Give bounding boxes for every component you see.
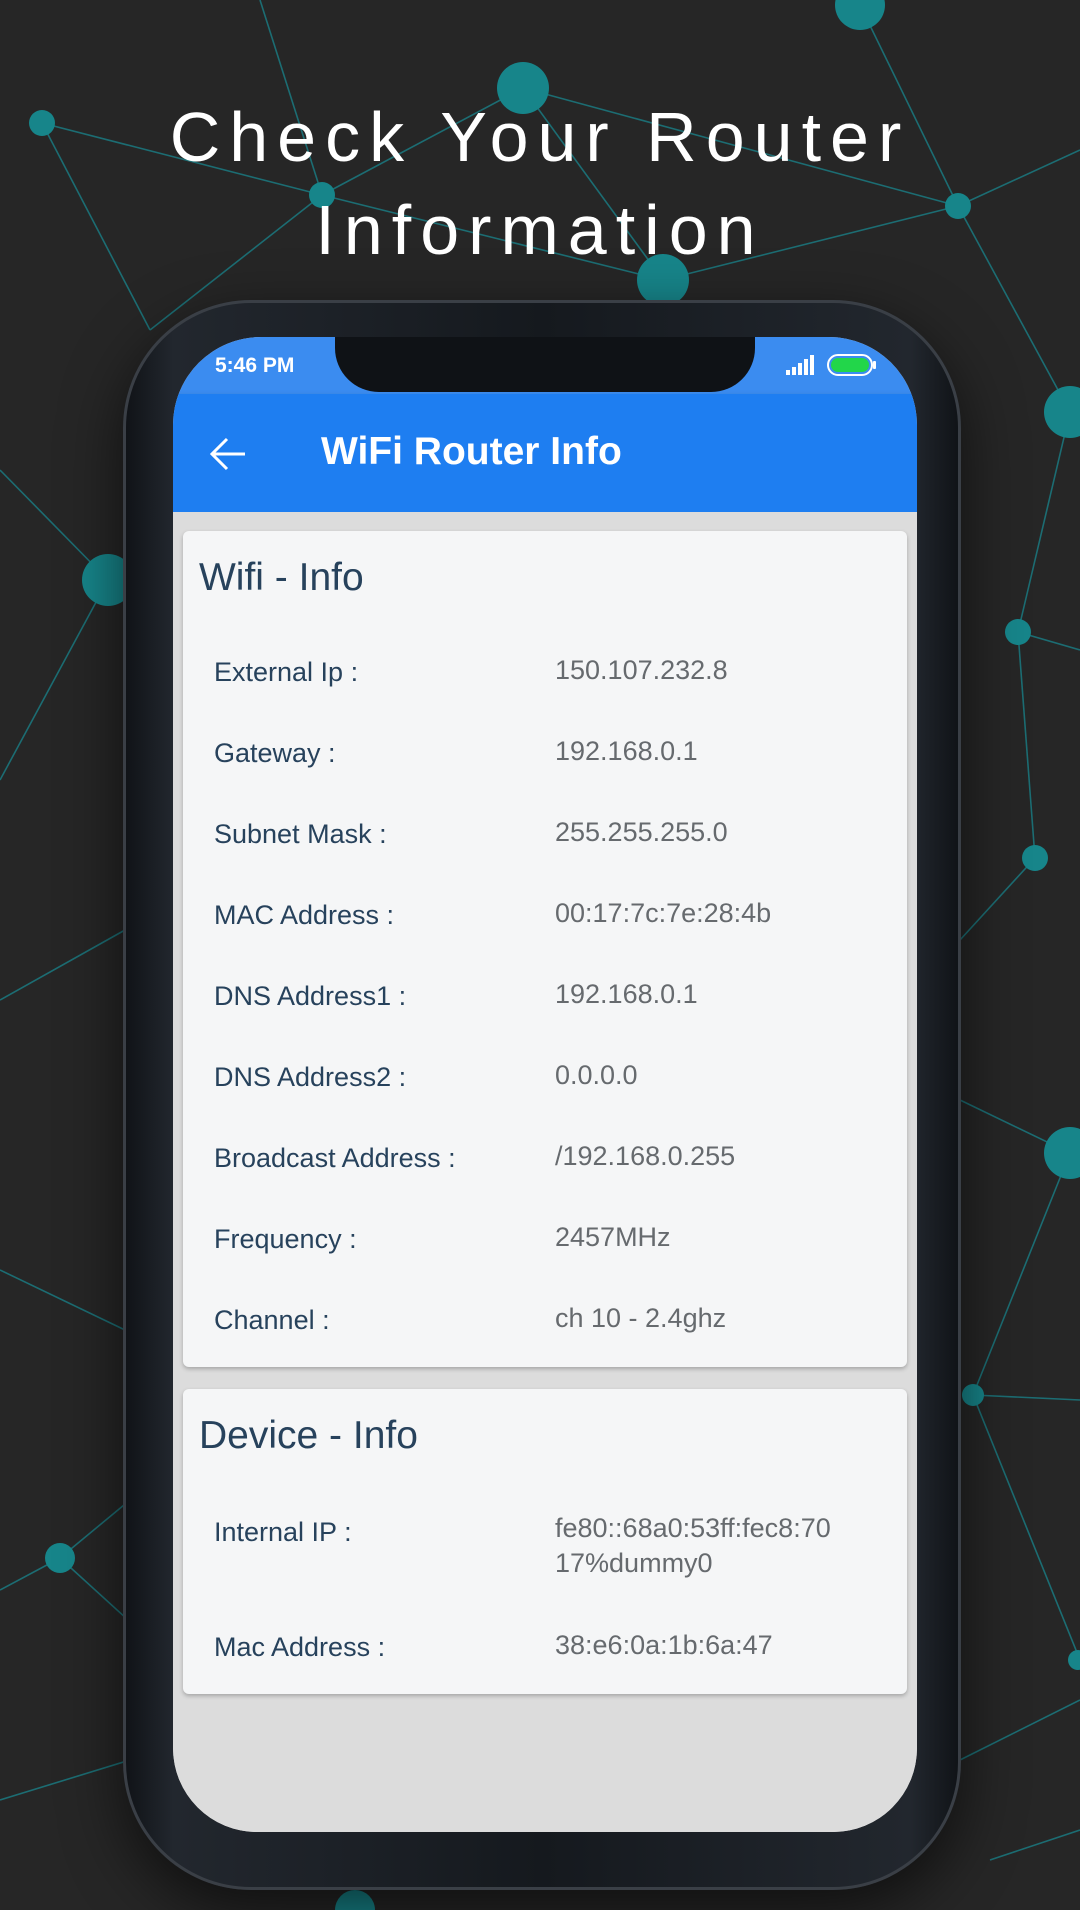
internal-ip-label: Internal IP : (214, 1517, 352, 1547)
back-arrow-icon[interactable] (209, 436, 247, 472)
channel-value: ch 10 - 2.4ghz (555, 1303, 727, 1333)
external-ip-label: External Ip : (214, 657, 359, 687)
signal-icon (786, 355, 814, 375)
gateway-value: 192.168.0.1 (555, 736, 698, 766)
mac-address-label: MAC Address : (214, 900, 395, 930)
external-ip-value: 150.107.232.8 (555, 655, 728, 685)
dns-address1-value: 192.168.0.1 (555, 979, 698, 1009)
subnet-mask-label: Subnet Mask : (214, 819, 387, 849)
mac-address-value: 00:17:7c:7e:28:4b (555, 898, 772, 928)
dns-address2-label: DNS Address2 : (214, 1062, 407, 1092)
broadcast-address-label: Broadcast Address : (214, 1143, 456, 1173)
device-mac-address-label: Mac Address : (214, 1632, 386, 1662)
headline-line-1: Check Your Router (169, 98, 911, 176)
broadcast-address-value: /192.168.0.255 (555, 1141, 736, 1171)
wifi-info-card: Wifi - Info External Ip : 150.107.232.8 … (183, 531, 907, 1367)
internal-ip-value-line-2: 17%dummy0 (555, 1548, 713, 1578)
frequency-value: 2457MHz (555, 1222, 671, 1252)
frequency-label: Frequency : (214, 1224, 357, 1254)
device-info-title: Device - Info (199, 1414, 418, 1457)
content-area: Wifi - Info External Ip : 150.107.232.8 … (173, 512, 917, 1832)
gateway-label: Gateway : (214, 738, 336, 768)
app-bar: WiFi Router Info (173, 394, 917, 512)
device-info-card: Device - Info Internal IP : fe80::68a0:5… (183, 1389, 907, 1694)
app-title: WiFi Router Info (321, 430, 622, 473)
phone-screen: 5:46 PM WiFi Router Info Wifi - Info Ext… (173, 337, 917, 1832)
battery-icon (827, 354, 876, 376)
headline-line-2: Information (315, 191, 765, 269)
channel-label: Channel : (214, 1305, 330, 1335)
dns-address1-label: DNS Address1 : (214, 981, 407, 1011)
internal-ip-value-line-1: fe80::68a0:53ff:fec8:70 (555, 1513, 831, 1543)
status-time: 5:46 PM (215, 354, 295, 377)
camera-notch (335, 337, 755, 392)
dns-address2-value: 0.0.0.0 (555, 1060, 638, 1090)
subnet-mask-value: 255.255.255.0 (555, 817, 728, 847)
device-mac-address-value: 38:e6:0a:1b:6a:47 (555, 1630, 773, 1660)
wifi-info-title: Wifi - Info (199, 556, 364, 599)
